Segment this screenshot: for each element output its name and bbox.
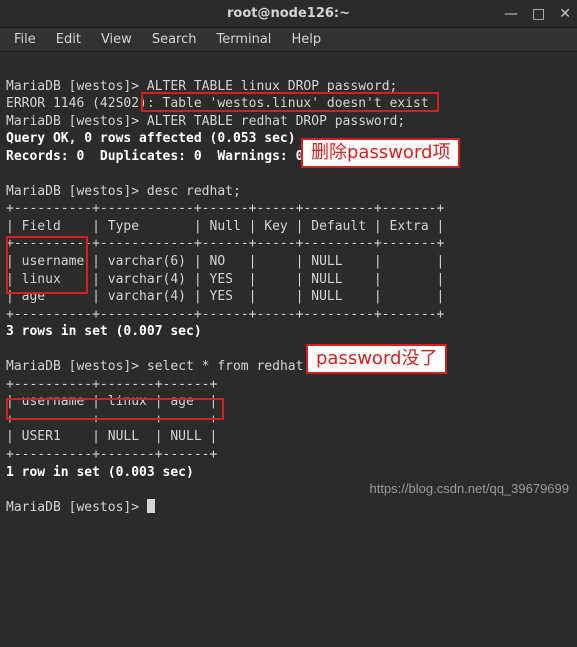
table-border: +----------+-------+------+: [6, 447, 217, 462]
terminal-output[interactable]: MariaDB [westos]> ALTER TABLE linux DROP…: [0, 52, 577, 647]
table-row: | age | varchar(4) | YES | | NULL | |: [6, 289, 444, 304]
menu-view[interactable]: View: [93, 30, 140, 49]
close-icon[interactable]: ✕: [559, 7, 571, 21]
prompt: MariaDB [westos]>: [6, 359, 147, 374]
table-row: | username | varchar(6) | NO | | NULL | …: [6, 254, 444, 269]
cmd-text: select * from redhat;: [147, 359, 311, 374]
table-border: +----------+-------+------+: [6, 412, 217, 427]
result-text: Records: 0 Duplicates: 0 Warnings: 0: [6, 149, 303, 164]
result-text: 3 rows in set (0.007 sec): [6, 324, 202, 339]
cmd-text: ALTER TABLE linux DROP password;: [147, 79, 397, 94]
menu-edit[interactable]: Edit: [48, 30, 89, 49]
table-row: | linux | varchar(4) | YES | | NULL | |: [6, 272, 444, 287]
menu-search[interactable]: Search: [144, 30, 205, 49]
menubar: File Edit View Search Terminal Help: [0, 28, 577, 52]
error-text: ERROR 1146 (42S02): Table 'westos.linux'…: [6, 96, 429, 111]
annotation-label-1: 删除password项: [301, 138, 460, 168]
prompt: MariaDB [westos]>: [6, 184, 147, 199]
prompt: MariaDB [westos]>: [6, 500, 147, 515]
titlebar: root@node126:~ — □ ✕: [0, 0, 577, 28]
window-title: root@node126:~: [227, 6, 350, 21]
window-controls: — □ ✕: [504, 7, 571, 21]
menu-terminal[interactable]: Terminal: [208, 30, 279, 49]
table-header: | Field | Type | Null | Key | Default | …: [6, 219, 444, 234]
result-text: Query OK, 0 rows affected (0.053 sec): [6, 131, 296, 146]
table-border: +----------+------------+------+-----+--…: [6, 236, 444, 251]
result-text: 1 row in set (0.003 sec): [6, 465, 194, 480]
table-border: +----------+-------+------+: [6, 377, 217, 392]
menu-help[interactable]: Help: [283, 30, 329, 49]
cmd-text: desc redhat;: [147, 184, 241, 199]
prompt: MariaDB [westos]>: [6, 79, 147, 94]
table-row: | USER1 | NULL | NULL |: [6, 429, 217, 444]
table-header: | username | linux | age |: [6, 394, 217, 409]
table-border: +----------+------------+------+-----+--…: [6, 307, 444, 322]
cursor: [147, 499, 155, 513]
menu-file[interactable]: File: [6, 30, 44, 49]
annotation-label-2: password没了: [306, 344, 447, 374]
watermark: https://blog.csdn.net/qq_39679699: [370, 481, 570, 496]
prompt: MariaDB [westos]>: [6, 114, 147, 129]
maximize-icon[interactable]: □: [532, 7, 545, 21]
table-border: +----------+------------+------+-----+--…: [6, 201, 444, 216]
cmd-text: ALTER TABLE redhat DROP password;: [147, 114, 405, 129]
minimize-icon[interactable]: —: [504, 7, 518, 21]
